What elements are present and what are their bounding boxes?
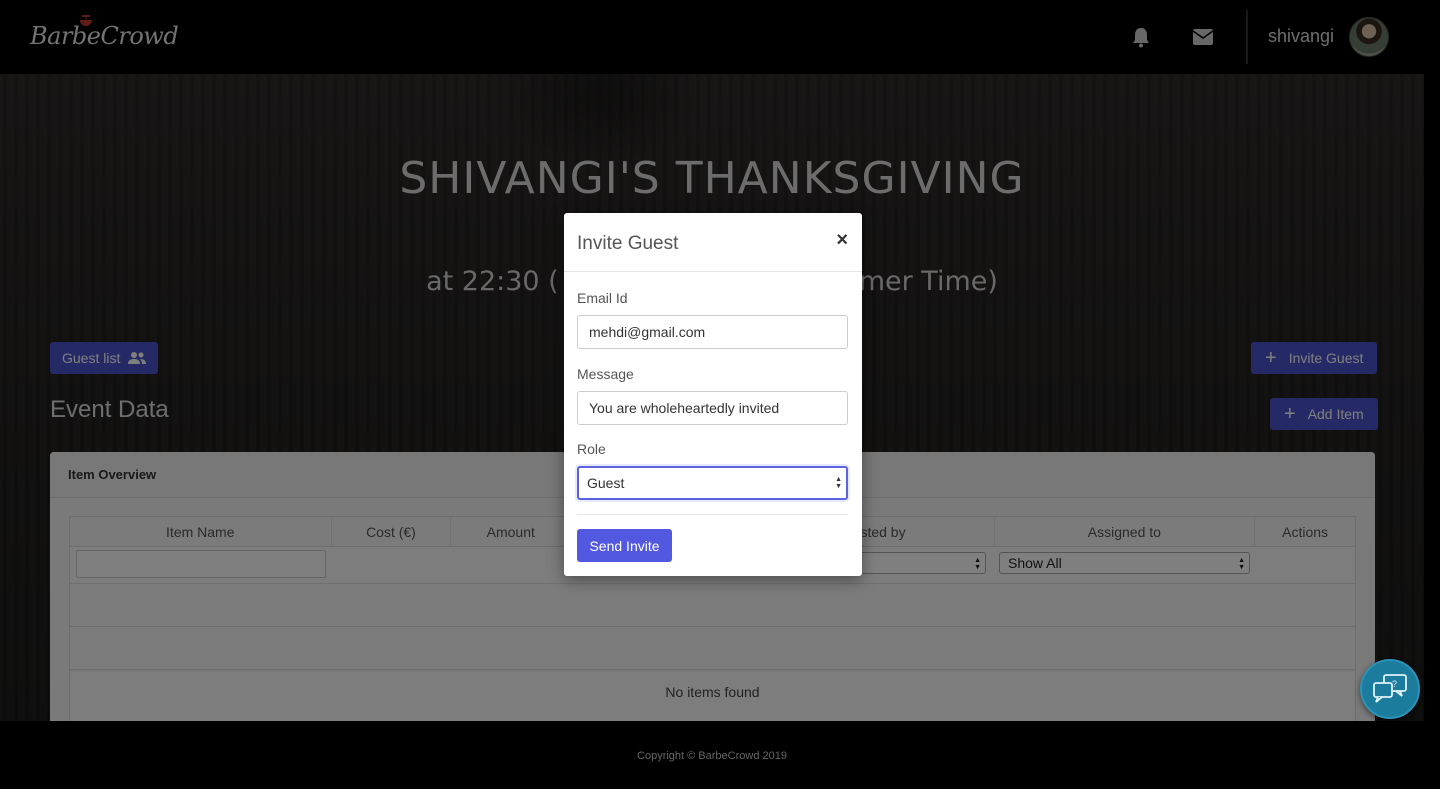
- select-arrows-icon: ▲▼: [835, 476, 842, 490]
- role-select[interactable]: Guest ▲ ▼: [577, 466, 848, 500]
- modal-title: Invite Guest: [577, 233, 679, 254]
- email-label: Email Id: [577, 290, 628, 306]
- role-label: Role: [577, 441, 606, 457]
- svg-text:?: ?: [1392, 679, 1397, 689]
- help-chat-button[interactable]: ?: [1360, 659, 1420, 719]
- modal-header: Invite Guest ×: [564, 213, 862, 272]
- message-field[interactable]: You are wholeheartedly invited: [577, 391, 848, 425]
- modal-divider: [577, 514, 848, 515]
- close-icon[interactable]: ×: [836, 229, 848, 252]
- email-field[interactable]: mehdi@gmail.com: [577, 315, 848, 349]
- role-select-value: Guest: [587, 475, 625, 491]
- footer: Copyright © BarbeCrowd 2019: [0, 721, 1424, 789]
- send-invite-button[interactable]: Send Invite: [577, 529, 672, 562]
- copyright-text: Copyright © BarbeCrowd 2019: [637, 750, 787, 762]
- invite-guest-modal: Invite Guest × Email Id mehdi@gmail.com …: [564, 213, 862, 576]
- chat-help-icon: ?: [1373, 674, 1407, 703]
- scrollbar[interactable]: [1424, 0, 1440, 789]
- message-label: Message: [577, 366, 634, 382]
